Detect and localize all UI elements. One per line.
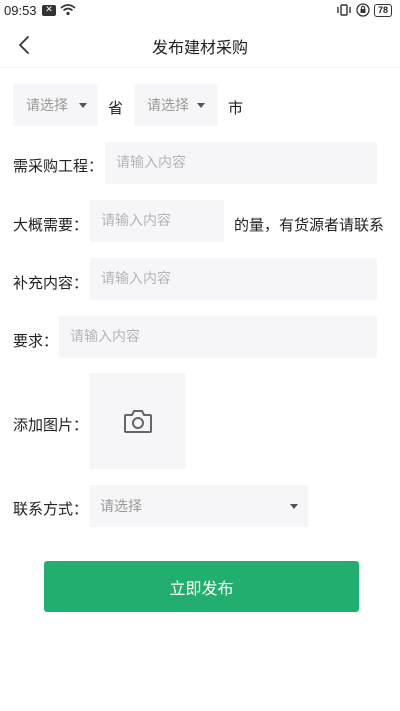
- project-field[interactable]: [105, 142, 377, 184]
- vibrate-icon: [337, 4, 351, 16]
- need-input[interactable]: [90, 200, 224, 242]
- contact-select-value: 请选择: [100, 499, 142, 515]
- city-select[interactable]: 请选择: [134, 84, 218, 126]
- add-image-button[interactable]: [90, 373, 186, 469]
- nav-bar: 发布建材采购: [0, 22, 400, 68]
- status-time: 09:53: [4, 3, 37, 18]
- contact-label: 联系方式：: [13, 500, 89, 518]
- project-input[interactable]: [105, 142, 377, 184]
- need-field[interactable]: [90, 200, 224, 242]
- city-select-value: 请选择: [147, 98, 189, 114]
- requirement-input[interactable]: [59, 316, 377, 358]
- need-label: 大概需要：: [13, 216, 89, 234]
- submit-button[interactable]: 立即发布: [44, 561, 359, 612]
- wifi-icon: [60, 4, 76, 16]
- province-select[interactable]: 请选择: [13, 84, 98, 126]
- caret-down-icon: [290, 504, 298, 509]
- caret-down-icon: [79, 103, 87, 108]
- province-label: 省: [108, 99, 124, 117]
- supplement-label: 补充内容：: [13, 274, 89, 292]
- need-suffix: 的量，有货源者请联系: [234, 216, 385, 234]
- requirement-label: 要求：: [13, 332, 59, 350]
- notification-icon: ✕: [42, 4, 56, 16]
- project-label: 需采购工程：: [13, 157, 104, 175]
- province-select-value: 请选择: [26, 98, 68, 114]
- battery-icon: 78: [373, 3, 392, 17]
- camera-icon: [124, 410, 152, 433]
- lock-icon: [356, 3, 370, 17]
- caret-down-icon: [197, 103, 205, 108]
- supplement-input[interactable]: [90, 258, 377, 300]
- requirement-field[interactable]: [59, 316, 377, 358]
- contact-select[interactable]: 请选择: [90, 485, 308, 527]
- image-label: 添加图片：: [13, 416, 89, 434]
- supplement-field[interactable]: [90, 258, 377, 300]
- city-label: 市: [228, 99, 244, 117]
- page-title: 发布建材采购: [151, 38, 248, 57]
- status-bar: 09:53 ✕ 78: [0, 0, 400, 22]
